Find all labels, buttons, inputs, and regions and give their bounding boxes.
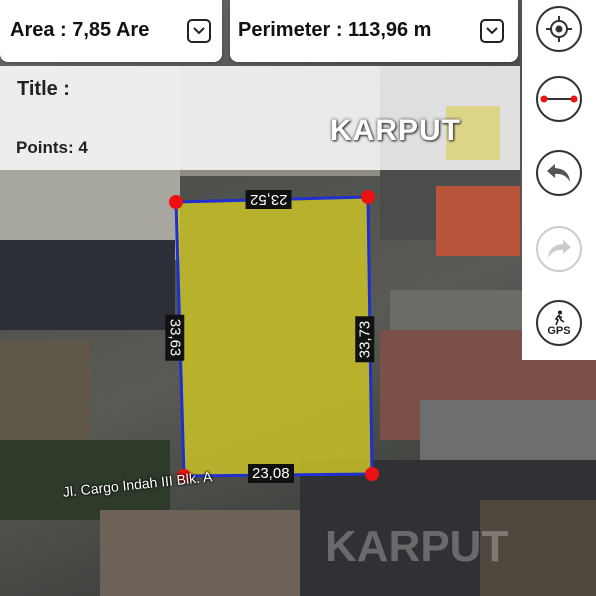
redo-icon: [548, 240, 571, 258]
parcel-area[interactable]: [174, 195, 374, 478]
measure-icon: [540, 95, 578, 103]
chevron-down-icon: [193, 27, 205, 35]
perimeter-pill[interactable]: Perimeter : 113,96 m: [230, 0, 518, 62]
measurement-bar: Area : 7,85 Are Perimeter : 113,96 m: [0, 0, 520, 66]
vertex-point[interactable]: [169, 195, 183, 209]
watermark: KARPUT: [325, 522, 509, 571]
title-label: Title :: [17, 78, 70, 100]
edge-label-left: 33,63: [165, 314, 185, 361]
gps-icon: [554, 310, 565, 325]
area-unit-dropdown[interactable]: [187, 19, 211, 43]
undo-button[interactable]: [536, 150, 582, 196]
info-panel: Title : Points: 4 KARPUT: [0, 66, 520, 170]
edge-label-right: 33,73: [355, 316, 375, 363]
brand-name: KARPUT: [330, 114, 461, 147]
area-pill[interactable]: Area : 7,85 Are: [0, 0, 222, 62]
perimeter-value: Perimeter : 113,96 m: [238, 19, 432, 41]
measure-button[interactable]: [536, 76, 582, 122]
undo-icon: [547, 164, 570, 182]
locate-button[interactable]: [536, 6, 582, 52]
vertex-point[interactable]: [361, 190, 375, 204]
tool-column: GPS: [522, 0, 596, 360]
edge-label-bottom: 23,08: [248, 464, 294, 483]
gps-button[interactable]: GPS: [536, 300, 582, 346]
edge-label-top: 23,52: [246, 190, 292, 209]
redo-button[interactable]: [536, 226, 582, 272]
vertex-point[interactable]: [365, 467, 379, 481]
location-icon: [546, 16, 572, 42]
perimeter-unit-dropdown[interactable]: [480, 19, 504, 43]
points-count: Points: 4: [16, 138, 88, 157]
chevron-down-icon: [486, 27, 498, 35]
area-value: Area : 7,85 Are: [10, 19, 150, 41]
gps-label: GPS: [547, 324, 571, 337]
